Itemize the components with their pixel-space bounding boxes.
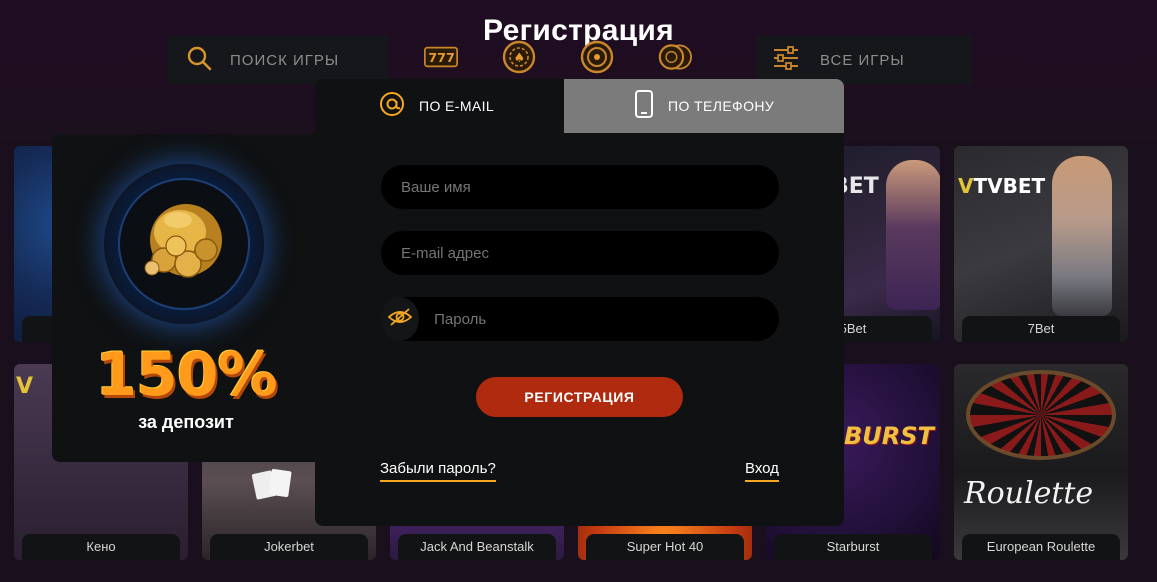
email-input[interactable] [401,244,779,262]
game-tile[interactable]: VTVBET 7Bet [954,146,1128,342]
roulette-wheel-image [966,370,1116,460]
game-search-bar[interactable]: ПОИСК ИГРЫ [168,36,388,84]
game-title: Кено [22,534,180,560]
tvbet-logo: VTVBET [958,174,1046,198]
tab-phone[interactable]: ПО ТЕЛЕФОНУ [564,79,844,133]
register-button[interactable]: РЕГИСТРАЦИЯ [476,377,683,417]
game-title: 7Bet [962,316,1120,342]
sliders-icon [772,45,800,76]
svg-text:777: 777 [428,51,455,66]
game-tile[interactable]: Roulette European Roulette [954,364,1128,560]
bonus-percent: 150% [95,340,277,410]
svg-text:♠: ♠ [514,51,526,66]
playing-card-image [268,468,292,498]
bonus-promo-panel: 150% за депозит [52,134,320,462]
tab-phone-label: ПО ТЕЛЕФОНУ [668,98,775,114]
game-title: European Roulette [962,534,1120,560]
all-games-filter[interactable]: ВСЕ ИГРЫ [756,36,972,84]
game-title: Jokerbet [210,534,368,560]
chips-icon[interactable] [658,40,692,74]
game-title: Jack And Beanstalk [398,534,556,560]
tab-email[interactable]: ПО E-MAIL [315,79,564,133]
tab-email-label: ПО E-MAIL [419,98,495,114]
eye-off-icon [387,307,413,332]
registration-modal: ПО E-MAIL ПО ТЕЛЕФОНУ РЕГИСТРАЦИЯ [315,79,844,526]
login-link[interactable]: Вход [745,460,779,482]
show-password-toggle[interactable] [381,297,420,341]
at-sign-icon [379,91,405,122]
poker-chip-icon[interactable]: ♠ [502,40,536,74]
category-icons: 777 ♠ [424,40,692,74]
coin-badge [104,164,264,324]
password-field[interactable] [381,297,779,341]
tvbet-logo: V [16,374,34,399]
game-thumbnail: VTVBET [954,146,1128,342]
dealer-image [886,160,940,310]
search-icon [186,45,212,76]
search-label: ПОИСК ИГРЫ [230,51,340,69]
game-thumbnail: Roulette [954,364,1128,560]
name-field[interactable] [381,165,779,209]
name-input[interactable] [401,178,779,196]
password-input[interactable] [434,310,779,328]
game-title: Super Hot 40 [586,534,744,560]
starburst-logo: BURST [844,422,934,450]
all-games-label: ВСЕ ИГРЫ [820,51,905,69]
slots-777-icon[interactable]: 777 [424,40,458,74]
roulette-icon[interactable] [580,40,614,74]
bonus-caption: за депозит [138,412,234,432]
email-field[interactable] [381,231,779,275]
forgot-password-link[interactable]: Забыли пароль? [380,460,496,482]
dealer-image [1052,156,1112,316]
game-title: Starburst [774,534,932,560]
smartphone-icon [634,89,654,123]
coin-bag-icon [118,178,250,310]
roulette-logo: Roulette [964,476,1094,511]
